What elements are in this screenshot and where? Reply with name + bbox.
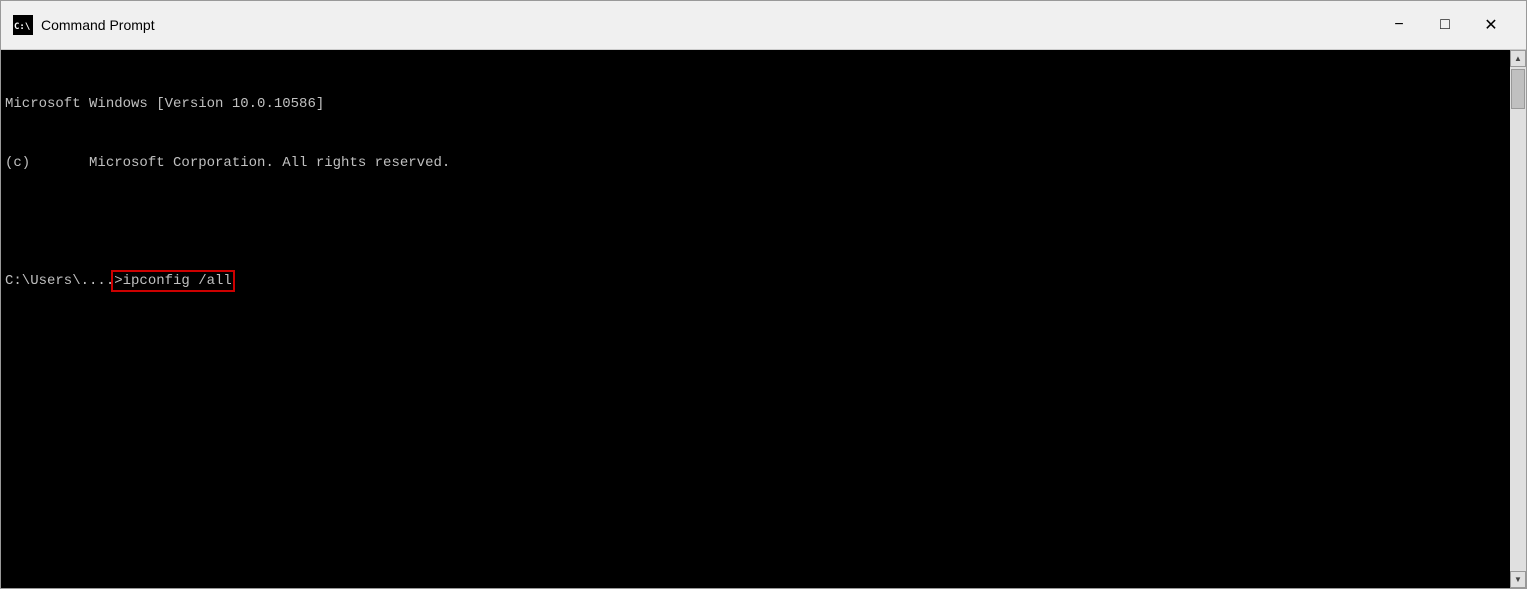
- title-bar: C:\ Command Prompt − □ ✕: [1, 1, 1526, 50]
- scrollbar-track[interactable]: [1510, 67, 1526, 571]
- terminal-command: >ipconfig /all: [114, 273, 232, 289]
- terminal-line-3: [5, 213, 1506, 233]
- terminal-line-4: C:\Users\....>ipconfig /all: [5, 272, 1506, 292]
- scrollbar[interactable]: ▲ ▼: [1510, 50, 1526, 588]
- cmd-icon: C:\: [13, 15, 33, 35]
- terminal-line-1: Microsoft Windows [Version 10.0.10586]: [5, 95, 1506, 115]
- terminal-content[interactable]: Microsoft Windows [Version 10.0.10586] (…: [1, 50, 1510, 588]
- scroll-down-button[interactable]: ▼: [1510, 571, 1526, 588]
- svg-text:C:\: C:\: [14, 22, 30, 32]
- scroll-up-button[interactable]: ▲: [1510, 50, 1526, 67]
- minimize-button[interactable]: −: [1376, 1, 1422, 50]
- terminal-line-2: (c) Microsoft Corporation. All rights re…: [5, 154, 1506, 174]
- window-title: Command Prompt: [41, 17, 1376, 33]
- window-controls: − □ ✕: [1376, 1, 1514, 50]
- terminal-prompt: C:\Users\....: [5, 273, 114, 289]
- terminal-body: Microsoft Windows [Version 10.0.10586] (…: [1, 50, 1526, 588]
- maximize-button[interactable]: □: [1422, 1, 1468, 50]
- scrollbar-thumb[interactable]: [1511, 69, 1525, 109]
- close-button[interactable]: ✕: [1468, 1, 1514, 50]
- cmd-window: C:\ Command Prompt − □ ✕ Microsoft Windo…: [0, 0, 1527, 589]
